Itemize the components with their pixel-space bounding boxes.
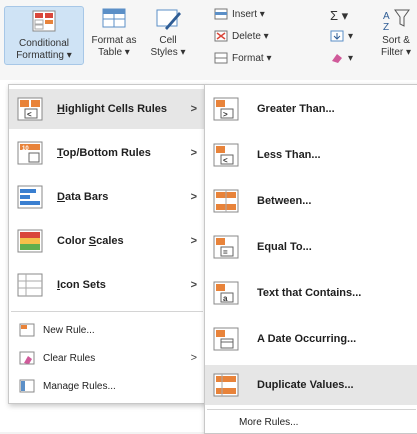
conditional-formatting-button[interactable]: Conditional Formatting ▾ bbox=[4, 6, 84, 65]
sort-filter-button[interactable]: A Z Sort & Filter ▾ bbox=[374, 6, 417, 59]
greater-than-label: Greater Than... bbox=[257, 103, 335, 115]
fill-down-icon bbox=[330, 30, 344, 42]
a-date-occurring-label: A Date Occurring... bbox=[257, 333, 357, 345]
text-contains-icon: a bbox=[213, 281, 239, 305]
insert-icon bbox=[214, 8, 228, 20]
chevron-right-icon: > bbox=[190, 103, 197, 115]
color-scales-icon bbox=[17, 229, 43, 253]
menu-item-clear-rules[interactable]: Clear Rules > bbox=[9, 345, 205, 371]
menu-item-top-bottom-rules[interactable]: 10 Top/Bottom Rules > bbox=[9, 133, 205, 173]
svg-text:A: A bbox=[383, 11, 390, 22]
svg-text:=: = bbox=[223, 248, 228, 257]
chevron-right-icon: > bbox=[190, 147, 197, 159]
date-occurring-icon bbox=[213, 327, 239, 351]
equal-to-label: Equal To... bbox=[257, 241, 312, 253]
ribbon: Conditional Formatting ▾ Format as Table… bbox=[0, 0, 417, 81]
equal-to-icon: = bbox=[213, 235, 239, 259]
menu-item-new-rule[interactable]: New Rule... bbox=[9, 317, 205, 343]
text-that-contains-label: Text that Contains... bbox=[257, 287, 362, 299]
sort-filter-label: Sort & Filter ▾ bbox=[380, 35, 412, 58]
svg-text:10: 10 bbox=[22, 146, 29, 152]
top-bottom-rules-label: Top/Bottom Rules bbox=[57, 147, 151, 159]
menu-item-manage-rules[interactable]: Manage Rules... bbox=[9, 373, 205, 399]
chevron-right-icon: > bbox=[190, 235, 197, 247]
svg-text:a: a bbox=[223, 294, 228, 303]
cell-styles-button[interactable]: Cell Styles ▾ bbox=[148, 6, 188, 59]
clear-button[interactable]: ▾ bbox=[330, 52, 353, 64]
between-icon bbox=[213, 189, 239, 213]
manage-rules-label: Manage Rules... bbox=[43, 380, 116, 392]
conditional-formatting-menu: < Highlight Cells Rules > 10 Top/Bottom … bbox=[8, 84, 206, 404]
svg-text:>: > bbox=[223, 110, 228, 119]
menu-item-equal-to[interactable]: = Equal To... bbox=[205, 227, 417, 267]
new-rule-label: New Rule... bbox=[43, 324, 95, 336]
delete-icon bbox=[214, 30, 228, 42]
insert-label: Insert ▾ bbox=[232, 8, 265, 20]
menu-item-icon-sets[interactable]: Icon Sets > bbox=[9, 265, 205, 305]
chevron-right-icon: > bbox=[190, 191, 197, 203]
menu-item-text-that-contains[interactable]: a Text that Contains... bbox=[205, 273, 417, 313]
top-bottom-icon: 10 bbox=[17, 141, 43, 165]
clear-label: ▾ bbox=[348, 52, 354, 64]
delete-button[interactable]: Delete ▾ bbox=[214, 30, 269, 42]
menu-item-highlight-cells-rules[interactable]: < Highlight Cells Rules > bbox=[9, 89, 205, 129]
format-label: Format ▾ bbox=[232, 52, 272, 64]
fill-button[interactable]: ▾ bbox=[330, 30, 353, 42]
conditional-formatting-icon bbox=[32, 10, 56, 32]
menu-item-more-rules[interactable]: More Rules... bbox=[205, 413, 417, 431]
greater-than-icon: > bbox=[213, 97, 239, 121]
menu-separator bbox=[207, 409, 416, 410]
menu-item-a-date-occurring[interactable]: A Date Occurring... bbox=[205, 319, 417, 359]
conditional-formatting-label: Conditional Formatting ▾ bbox=[16, 38, 72, 61]
fill-label: ▾ bbox=[348, 30, 354, 42]
format-icon bbox=[214, 52, 228, 64]
menu-item-between[interactable]: Between... bbox=[205, 181, 417, 221]
duplicate-values-icon bbox=[213, 373, 239, 397]
menu-item-data-bars[interactable]: Data Bars > bbox=[9, 177, 205, 217]
less-than-icon: < bbox=[213, 143, 239, 167]
table-icon bbox=[102, 8, 126, 28]
data-bars-icon bbox=[17, 185, 43, 209]
color-scales-label: Color Scales bbox=[57, 235, 124, 247]
highlight-cells-rules-label: Highlight Cells Rules bbox=[57, 103, 168, 115]
format-as-table-label: Format as Table ▾ bbox=[91, 35, 137, 58]
menu-item-duplicate-values[interactable]: Duplicate Values... bbox=[205, 365, 417, 405]
autosum-button[interactable]: Σ ▾ bbox=[330, 8, 348, 24]
highlight-cells-rules-submenu: > Greater Than... < Less Than... Between… bbox=[204, 84, 417, 434]
menu-item-greater-than[interactable]: > Greater Than... bbox=[205, 89, 417, 129]
format-as-table-button[interactable]: Format as Table ▾ bbox=[90, 6, 138, 59]
sort-filter-icon: A Z bbox=[383, 9, 410, 32]
cell-styles-label: Cell Styles ▾ bbox=[150, 35, 186, 58]
delete-label: Delete ▾ bbox=[232, 30, 269, 42]
menu-item-less-than[interactable]: < Less Than... bbox=[205, 135, 417, 175]
highlight-cells-icon: < bbox=[17, 97, 43, 121]
manage-rules-icon bbox=[19, 379, 35, 393]
new-rule-icon bbox=[19, 323, 35, 337]
more-rules-label: More Rules... bbox=[239, 416, 299, 428]
chevron-right-icon: > bbox=[190, 279, 197, 291]
data-bars-label: Data Bars bbox=[57, 191, 109, 203]
clear-rules-icon bbox=[19, 351, 35, 365]
menu-item-color-scales[interactable]: Color Scales > bbox=[9, 221, 205, 261]
cell-styles-icon bbox=[156, 9, 181, 30]
menu-separator bbox=[11, 311, 203, 312]
less-than-label: Less Than... bbox=[257, 149, 321, 161]
insert-button[interactable]: Insert ▾ bbox=[214, 8, 265, 20]
svg-text:<: < bbox=[27, 110, 32, 119]
eraser-icon bbox=[332, 54, 342, 63]
format-button[interactable]: Format ▾ bbox=[214, 52, 271, 64]
svg-text:Z: Z bbox=[383, 22, 389, 32]
svg-text:<: < bbox=[223, 156, 228, 165]
icon-sets-label: Icon Sets bbox=[57, 279, 106, 291]
icon-sets-icon bbox=[17, 273, 43, 297]
chevron-right-icon: > bbox=[190, 352, 197, 364]
duplicate-values-label: Duplicate Values... bbox=[257, 379, 354, 391]
between-label: Between... bbox=[257, 195, 312, 207]
clear-rules-label: Clear Rules bbox=[43, 352, 96, 364]
autosum-label: Σ ▾ bbox=[330, 8, 349, 23]
